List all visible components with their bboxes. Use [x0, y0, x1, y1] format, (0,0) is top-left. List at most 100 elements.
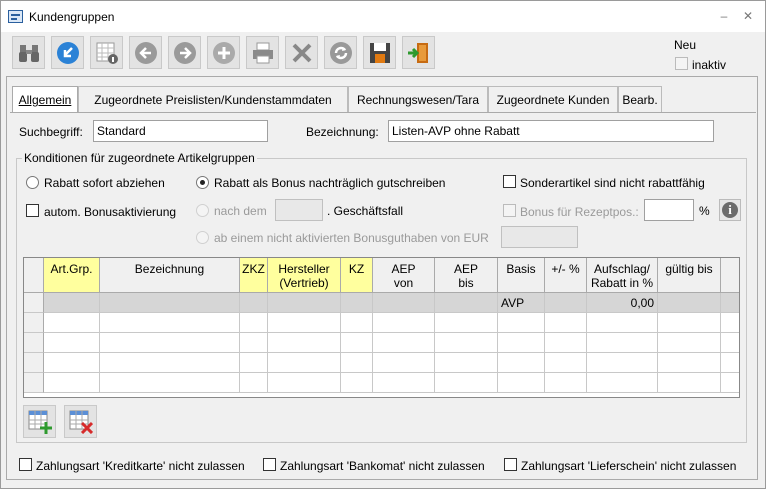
grid-cell[interactable] — [498, 353, 545, 373]
grid-cell[interactable] — [435, 353, 498, 373]
grid-cell[interactable]: 0,00 — [587, 293, 658, 313]
grid-cell[interactable] — [44, 353, 100, 373]
header-bezeichnung[interactable]: Bezeichnung — [100, 258, 240, 293]
bonus-rezept-checkbox[interactable] — [503, 204, 516, 217]
grid-cell[interactable] — [268, 313, 341, 333]
header-plus-minus[interactable]: +/- % — [545, 258, 587, 293]
grid-cell[interactable] — [545, 293, 587, 313]
grid-cell[interactable] — [341, 373, 373, 393]
header-aufschlag[interactable]: Aufschlag/Rabatt in % — [587, 258, 658, 293]
table-row[interactable] — [24, 373, 739, 393]
grid-cell[interactable] — [100, 373, 240, 393]
grid-cell[interactable] — [658, 293, 721, 313]
close-button[interactable]: ✕ — [741, 9, 755, 23]
refresh-button[interactable] — [324, 36, 357, 69]
table-row[interactable]: AVP 0,00 — [24, 293, 739, 313]
row-indicator[interactable] — [24, 373, 44, 393]
grid-cell[interactable] — [268, 333, 341, 353]
table-row[interactable] — [24, 313, 739, 333]
grid-cell[interactable] — [44, 293, 100, 313]
grid-cell[interactable] — [545, 353, 587, 373]
rabatt-bonus-radio[interactable] — [196, 176, 209, 189]
row-indicator[interactable] — [24, 313, 44, 333]
artikelgruppen-grid[interactable]: Art.Grp. Bezeichnung ZKZ Hersteller (Vert… — [23, 257, 740, 398]
search-button[interactable] — [12, 36, 45, 69]
grid-cell[interactable] — [341, 313, 373, 333]
grid-cell[interactable] — [587, 373, 658, 393]
autom-bonus-checkbox[interactable] — [26, 204, 39, 217]
grid-cell[interactable] — [498, 333, 545, 353]
table-row[interactable] — [24, 333, 739, 353]
geschaeftsfall-input[interactable] — [275, 199, 323, 221]
kreditkarte-checkbox[interactable] — [19, 458, 32, 471]
table-row[interactable] — [24, 353, 739, 373]
row-indicator[interactable] — [24, 333, 44, 353]
grid-cell[interactable] — [587, 333, 658, 353]
header-hersteller[interactable]: Hersteller (Vertrieb) — [268, 258, 341, 293]
grid-cell[interactable] — [100, 313, 240, 333]
grid-cell[interactable] — [658, 353, 721, 373]
grid-cell[interactable] — [268, 373, 341, 393]
grid-cell[interactable] — [373, 313, 435, 333]
grid-cell[interactable] — [545, 373, 587, 393]
grid-cell[interactable] — [268, 293, 341, 313]
grid-cell[interactable] — [341, 333, 373, 353]
grid-cell[interactable] — [435, 333, 498, 353]
grid-cell[interactable] — [373, 333, 435, 353]
tab-rechnungswesen[interactable]: Rechnungswesen/Tara — [348, 86, 488, 112]
grid-cell[interactable] — [44, 313, 100, 333]
header-gueltig-bis[interactable]: gültig bis — [658, 258, 721, 293]
minimize-button[interactable]: – — [717, 9, 731, 23]
grid-cell[interactable] — [545, 313, 587, 333]
lieferschein-checkbox[interactable] — [504, 458, 517, 471]
grid-cell[interactable] — [373, 293, 435, 313]
grid-cell[interactable] — [100, 353, 240, 373]
grid-cell[interactable] — [240, 313, 268, 333]
exit-button[interactable] — [402, 36, 435, 69]
bankomat-checkbox[interactable] — [263, 458, 276, 471]
delete-button[interactable] — [285, 36, 318, 69]
grid-cell[interactable] — [435, 313, 498, 333]
bezeichnung-input[interactable]: Listen-AVP ohne Rabatt — [388, 120, 714, 142]
grid-cell[interactable] — [587, 313, 658, 333]
grid-cell[interactable] — [435, 293, 498, 313]
grid-cell[interactable] — [44, 373, 100, 393]
grid-cell[interactable] — [44, 333, 100, 353]
grid-cell[interactable] — [100, 293, 240, 313]
add-button[interactable] — [207, 36, 240, 69]
grid-cell[interactable] — [498, 373, 545, 393]
grid-cell[interactable] — [341, 293, 373, 313]
grid-cell[interactable] — [658, 333, 721, 353]
grid-cell[interactable] — [240, 333, 268, 353]
header-art-grp[interactable]: Art.Grp. — [44, 258, 100, 293]
print-button[interactable] — [246, 36, 279, 69]
header-aep-von[interactable]: AEP von — [373, 258, 435, 293]
previous-button[interactable] — [129, 36, 162, 69]
grid-cell[interactable] — [240, 373, 268, 393]
rabatt-sofort-radio[interactable] — [26, 176, 39, 189]
header-kz[interactable]: KZ — [341, 258, 373, 293]
bonus-rezept-input[interactable] — [644, 199, 694, 221]
table-info-button[interactable] — [90, 36, 123, 69]
grid-cell[interactable] — [240, 293, 268, 313]
ab-einem-radio[interactable] — [196, 231, 209, 244]
header-aep-bis[interactable]: AEP bis — [435, 258, 498, 293]
add-row-button[interactable] — [23, 405, 56, 438]
grid-cell[interactable] — [498, 313, 545, 333]
bonusguthaben-input[interactable] — [501, 226, 578, 248]
header-zkz[interactable]: ZKZ — [240, 258, 268, 293]
grid-cell[interactable] — [341, 353, 373, 373]
grid-cell[interactable] — [658, 373, 721, 393]
grid-cell[interactable] — [658, 313, 721, 333]
grid-cell[interactable] — [587, 353, 658, 373]
delete-row-button[interactable] — [64, 405, 97, 438]
inaktiv-checkbox[interactable] — [675, 57, 688, 70]
tab-zugeordnete-kunden[interactable]: Zugeordnete Kunden — [488, 86, 618, 112]
tab-preislisten[interactable]: Zugeordnete Preislisten/Kundenstammdaten — [78, 86, 348, 112]
grid-cell[interactable] — [268, 353, 341, 373]
grid-cell[interactable] — [240, 353, 268, 373]
sonderartikel-checkbox[interactable] — [503, 175, 516, 188]
back-arrow-button[interactable] — [51, 36, 84, 69]
suchbegriff-input[interactable]: Standard — [93, 120, 268, 142]
tab-bearb[interactable]: Bearb. — [618, 86, 662, 112]
